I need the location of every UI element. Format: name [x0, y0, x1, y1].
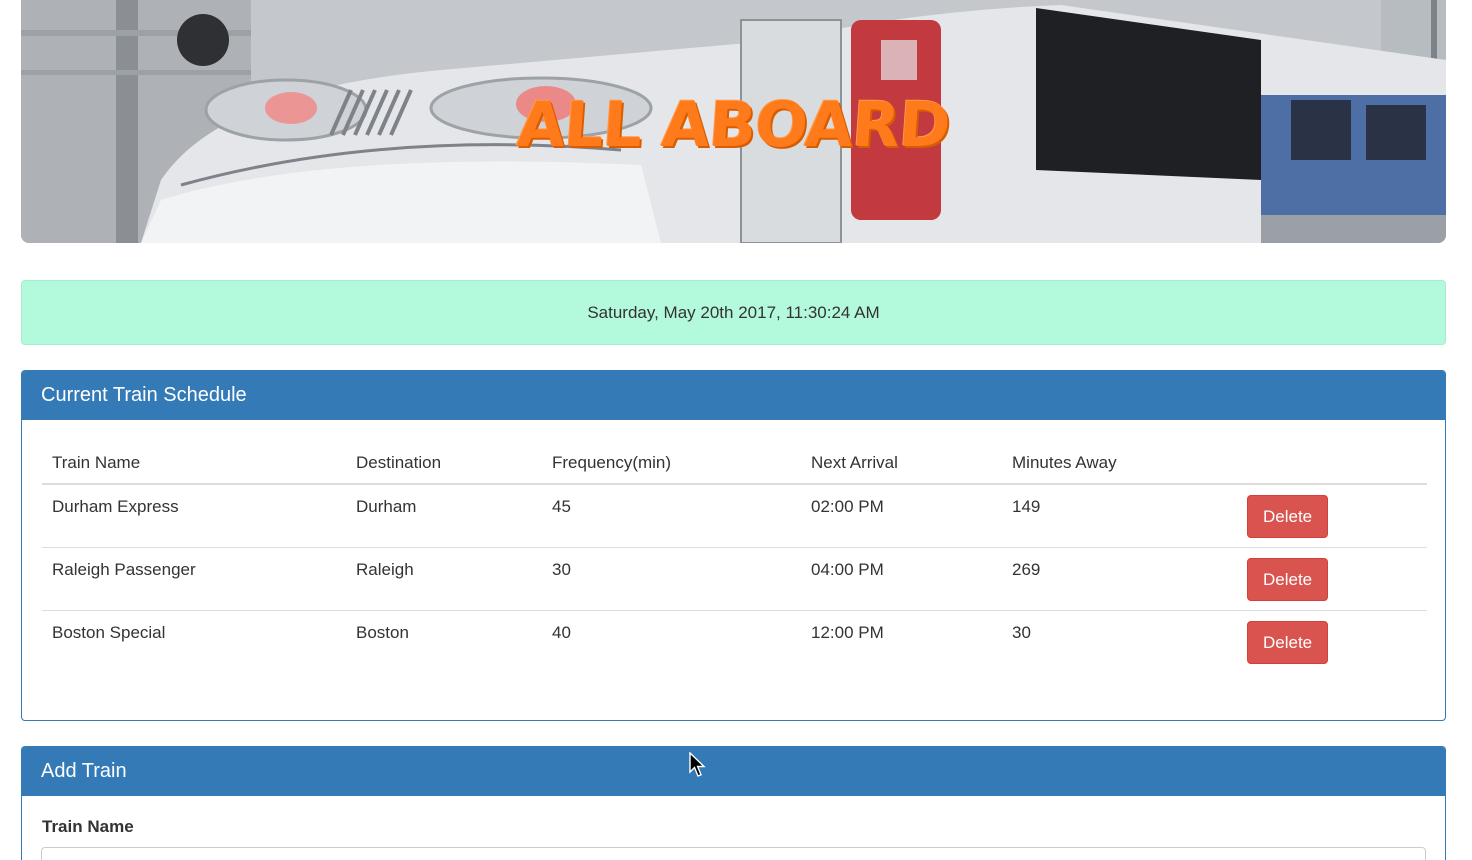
hero-banner: ALL ABOARD — [21, 0, 1446, 243]
cell-minutes-away: 149 — [1012, 497, 1041, 516]
cell-destination: Durham — [356, 497, 417, 516]
train-name-input[interactable] — [41, 847, 1426, 860]
column-header-frequency: Frequency(min) — [542, 443, 801, 485]
delete-button[interactable]: Delete — [1247, 495, 1329, 538]
cell-destination: Raleigh — [346, 546, 542, 610]
cell-train-name: Boston Special — [42, 609, 346, 673]
table-row: Boston Special Boston 40 12:00 PM 30 Del… — [42, 609, 1427, 673]
cell-actions: Delete — [1237, 546, 1427, 610]
cell-actions: Delete — [1237, 484, 1427, 547]
schedule-panel-title: Current Train Schedule — [41, 384, 247, 406]
cell-frequency: 30 — [542, 546, 801, 610]
cell-next-arrival: 04:00 PM — [801, 546, 1002, 610]
panel-heading: Current Train Schedule — [22, 371, 1445, 420]
delete-button[interactable]: Delete — [1247, 620, 1329, 664]
panel-heading: Add Train — [22, 747, 1445, 796]
table-header-row: Train Name Destination Frequency(min) Ne… — [42, 443, 1427, 485]
mouse-cursor-icon — [689, 752, 706, 777]
page: ALL ABOARD Saturday, May 20th 2017, 11:3… — [0, 0, 1472, 860]
cell-minutes-away: 269 — [1002, 546, 1237, 610]
train-schedule-table: Train Name Destination Frequency(min) Ne… — [42, 443, 1427, 673]
column-header-minutes-away: Minutes Away — [1002, 443, 1237, 485]
hero-title: ALL ABOARD — [514, 88, 953, 161]
cell-actions: Delete — [1237, 609, 1427, 673]
cell-next-arrival: 02:00 PM — [811, 497, 884, 516]
cell-frequency: 45 — [552, 497, 571, 516]
train-schedule-panel: Current Train Schedule Train Name Destin… — [21, 370, 1446, 721]
cell-next-arrival: 12:00 PM — [801, 609, 1002, 673]
train-name-label: Train Name — [42, 817, 134, 836]
current-time-text: Saturday, May 20th 2017, 11:30:24 AM — [587, 303, 880, 322]
column-header-destination: Destination — [346, 443, 542, 485]
delete-button[interactable]: Delete — [1247, 557, 1329, 601]
cell-train-name: Durham Express — [52, 497, 179, 516]
cell-train-name: Raleigh Passenger — [42, 546, 346, 610]
cell-destination: Boston — [346, 609, 542, 673]
table-row: Durham Express Durham 45 02:00 PM 149 De… — [42, 484, 1427, 547]
cell-frequency: 40 — [542, 609, 801, 673]
column-header-actions — [1237, 443, 1427, 485]
column-header-train-name: Train Name — [42, 443, 346, 485]
table-row: Raleigh Passenger Raleigh 30 04:00 PM 26… — [42, 546, 1427, 610]
current-time-alert: Saturday, May 20th 2017, 11:30:24 AM — [21, 280, 1446, 345]
add-train-panel-title: Add Train — [41, 760, 127, 782]
cell-minutes-away: 30 — [1002, 609, 1237, 673]
column-header-next-arrival: Next Arrival — [801, 443, 1002, 485]
add-train-panel: Add Train Train Name — [21, 746, 1446, 860]
